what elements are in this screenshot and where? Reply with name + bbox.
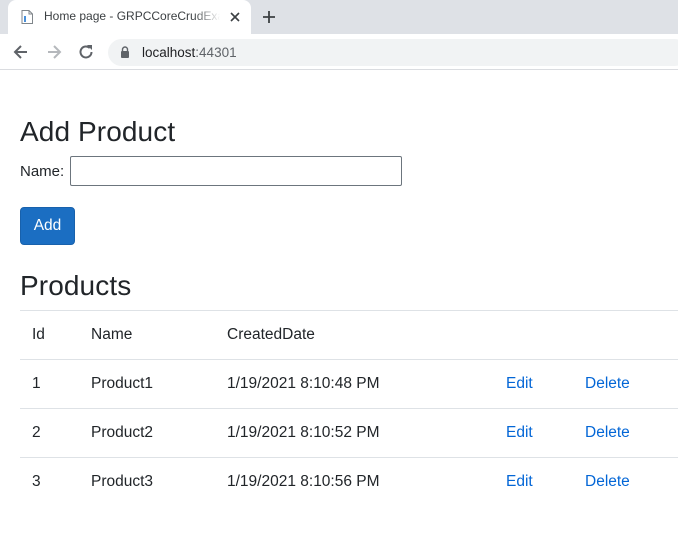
delete-link[interactable]: Delete (585, 424, 630, 441)
column-header-delete (573, 310, 678, 360)
name-input[interactable] (70, 156, 402, 186)
browser-toolbar: localhost:44301 (0, 34, 678, 70)
table-row: 1 Product1 1/19/2021 8:10:48 PM Edit Del… (20, 359, 678, 409)
cell-edit: Edit (494, 359, 573, 409)
address-bar[interactable]: localhost:44301 (108, 39, 678, 66)
cell-edit: Edit (494, 457, 573, 507)
url-host: localhost (142, 45, 196, 60)
cell-edit: Edit (494, 408, 573, 458)
cell-delete: Delete (573, 408, 678, 458)
column-header-edit (494, 310, 573, 360)
table-header-row: Id Name CreatedDate (20, 310, 678, 360)
name-label: Name: (20, 163, 65, 180)
cell-name: Product3 (79, 457, 215, 507)
cell-id: 3 (20, 457, 79, 507)
cell-delete: Delete (573, 457, 678, 507)
add-product-heading: Add Product (20, 116, 176, 147)
products-table: Id Name CreatedDate 1 Product1 1/19/2021… (20, 310, 678, 507)
page-icon (21, 10, 33, 24)
tab-title: Home page - GRPCCoreCrudExample (44, 9, 220, 23)
browser-tabstrip: Home page - GRPCCoreCrudExample (0, 0, 678, 34)
edit-link[interactable]: Edit (506, 375, 533, 392)
delete-link[interactable]: Delete (585, 375, 630, 392)
column-header-id: Id (20, 310, 79, 360)
url-port: :44301 (195, 45, 237, 60)
products-heading: Products (20, 270, 132, 301)
add-button[interactable]: Add (20, 207, 75, 245)
browser-tab[interactable]: Home page - GRPCCoreCrudExample (8, 0, 251, 34)
cell-id: 1 (20, 359, 79, 409)
table-row: 3 Product3 1/19/2021 8:10:56 PM Edit Del… (20, 457, 678, 507)
cell-created-date: 1/19/2021 8:10:52 PM (215, 408, 494, 458)
cell-id: 2 (20, 408, 79, 458)
edit-link[interactable]: Edit (506, 473, 533, 490)
cell-created-date: 1/19/2021 8:10:56 PM (215, 457, 494, 507)
new-tab-icon[interactable] (261, 9, 277, 25)
cell-name: Product1 (79, 359, 215, 409)
close-tab-icon[interactable] (228, 10, 242, 24)
cell-delete: Delete (573, 359, 678, 409)
lock-icon (121, 46, 129, 58)
delete-link[interactable]: Delete (585, 473, 630, 490)
table-row: 2 Product2 1/19/2021 8:10:52 PM Edit Del… (20, 408, 678, 458)
edit-link[interactable]: Edit (506, 424, 533, 441)
url-text: localhost:44301 (142, 45, 237, 60)
column-header-createddate: CreatedDate (215, 310, 494, 360)
column-header-name: Name (79, 310, 215, 360)
reload-icon[interactable] (76, 42, 96, 62)
back-arrow-icon[interactable] (11, 42, 31, 62)
cell-name: Product2 (79, 408, 215, 458)
forward-arrow-icon[interactable] (44, 42, 64, 62)
cell-created-date: 1/19/2021 8:10:48 PM (215, 359, 494, 409)
